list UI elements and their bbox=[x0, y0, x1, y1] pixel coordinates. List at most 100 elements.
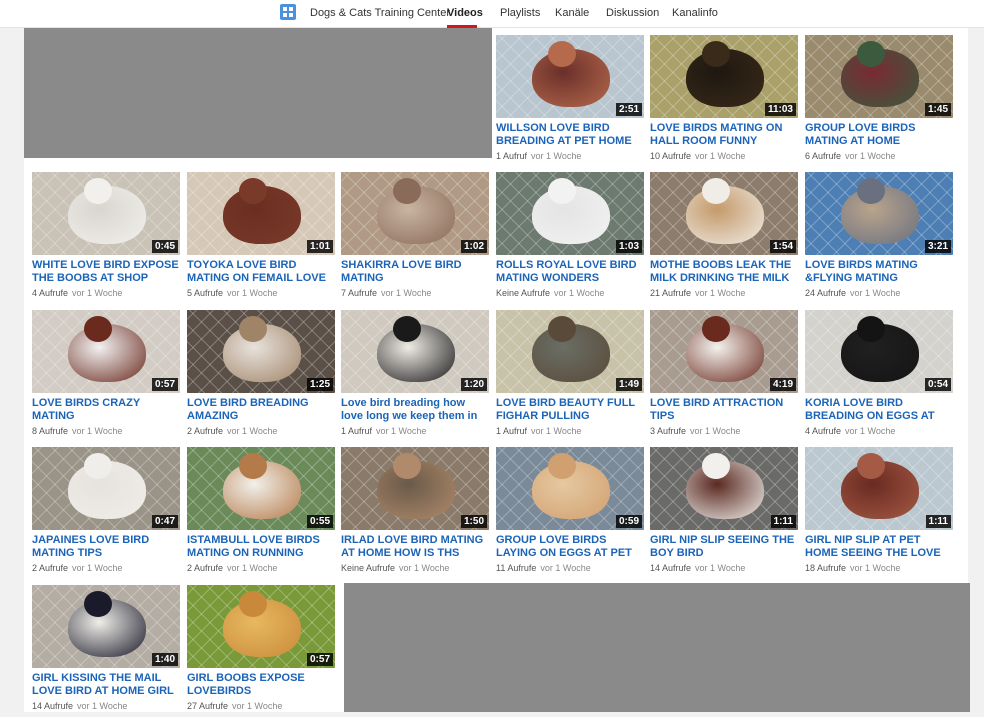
tab-about[interactable]: Kanalinfo bbox=[672, 7, 718, 19]
video-thumbnail[interactable]: 11:03 bbox=[650, 35, 798, 118]
video-duration-badge: 1:01 bbox=[306, 240, 333, 253]
video-title-link[interactable]: GIRL BOOBS EXPOSE LOVEBIRDS bbox=[187, 672, 335, 698]
video-card[interactable]: 1:49 LOVE BIRD BEAUTY FULL FIGHAR PULLING… bbox=[496, 310, 644, 442]
view-count: 5 Aufrufe bbox=[187, 288, 224, 298]
video-thumbnail[interactable]: 1:25 bbox=[187, 310, 335, 393]
video-thumbnail[interactable]: 1:45 bbox=[805, 35, 953, 118]
video-thumbnail[interactable]: 0:47 bbox=[32, 447, 180, 530]
tab-playlists[interactable]: Playlists bbox=[500, 7, 540, 19]
video-card[interactable]: 1:25 LOVE BIRD BREADING AMAZING 2 Aufrufe v… bbox=[187, 310, 335, 442]
video-title-link[interactable]: ROLLS ROYAL LOVE BIRD MATING WONDERS bbox=[496, 259, 644, 285]
video-title-link[interactable]: LOVE BIRDS MATING ON HALL ROOM FUNNY bbox=[650, 122, 798, 148]
video-thumbnail[interactable]: 1:50 bbox=[341, 447, 489, 530]
view-count: 2 Aufrufe bbox=[187, 426, 224, 436]
channel-avatar-icon[interactable] bbox=[280, 4, 296, 20]
video-title-link[interactable]: LOVE BIRD BEAUTY FULL FIGHAR PULLING bbox=[496, 397, 644, 423]
bird-head-image bbox=[84, 591, 112, 617]
video-card[interactable]: 0:47 JAPAINES LOVE BIRD MATING TIPS 2 Aufr… bbox=[32, 447, 180, 579]
channel-name-link[interactable]: Dogs & Cats Training Center bbox=[310, 7, 450, 19]
video-card[interactable]: 0:57 GIRL BOOBS EXPOSE LOVEBIRDS 27 Aufruf… bbox=[187, 585, 335, 717]
video-title-link[interactable]: GIRL KISSING THE MAIL LOVE BIRD AT HOME … bbox=[32, 672, 180, 698]
upload-age: vor 1 Woche bbox=[227, 426, 278, 436]
view-count: 7 Aufrufe bbox=[341, 288, 378, 298]
view-count: 14 Aufrufe bbox=[32, 701, 74, 711]
video-thumbnail[interactable]: 0:59 bbox=[496, 447, 644, 530]
video-title-link[interactable]: TOYOKA LOVE BIRD MATING ON FEMAIL LOVE B… bbox=[187, 259, 335, 285]
video-card[interactable]: 1:03 ROLLS ROYAL LOVE BIRD MATING WONDERS… bbox=[496, 172, 644, 304]
video-thumbnail[interactable]: 1:01 bbox=[187, 172, 335, 255]
video-card[interactable]: 0:59 GROUP LOVE BIRDS LAYING ON EGGS AT P… bbox=[496, 447, 644, 579]
bird-head-image bbox=[857, 178, 885, 204]
video-card[interactable]: 0:45 WHITE LOVE BIRD EXPOSE THE BOOBS AT … bbox=[32, 172, 180, 304]
video-thumbnail[interactable]: 0:57 bbox=[32, 310, 180, 393]
video-meta: 11 Aufrufe vor 1 Woche bbox=[496, 563, 646, 573]
video-title-link[interactable]: LOVE BIRDS CRAZY MATING bbox=[32, 397, 180, 423]
video-title-link[interactable]: GIRL NIP SLIP SEEING THE BOY BIRD bbox=[650, 534, 798, 560]
video-thumbnail[interactable]: 1:54 bbox=[650, 172, 798, 255]
tab-discussion[interactable]: Diskussion bbox=[606, 7, 659, 19]
video-thumbnail[interactable]: 0:45 bbox=[32, 172, 180, 255]
video-card[interactable]: 1:54 MOTHE BOOBS LEAK THE MILK DRINKING T… bbox=[650, 172, 798, 304]
video-title-link[interactable]: SHAKIRRA LOVE BIRD MATING bbox=[341, 259, 489, 285]
video-card[interactable]: 1:40 GIRL KISSING THE MAIL LOVE BIRD AT H… bbox=[32, 585, 180, 717]
bird-head-image bbox=[702, 316, 730, 342]
video-card[interactable]: 1:50 IRLAD LOVE BIRD MATING AT HOME HOW I… bbox=[341, 447, 489, 579]
video-thumbnail[interactable]: 1:40 bbox=[32, 585, 180, 668]
video-card[interactable]: 0:54 KORIA LOVE BIRD BREADING ON EGGS AT … bbox=[805, 310, 953, 442]
video-title-link[interactable]: WILLSON LOVE BIRD BREADING AT PET HOME … bbox=[496, 122, 644, 148]
bird-head-image bbox=[239, 178, 267, 204]
view-count: Keine Aufrufe bbox=[341, 563, 396, 573]
bird-head-image bbox=[702, 453, 730, 479]
video-card[interactable]: 11:03 LOVE BIRDS MATING ON HALL ROOM FUNN… bbox=[650, 35, 798, 167]
video-thumbnail[interactable]: 4:19 bbox=[650, 310, 798, 393]
video-card[interactable]: 1:02 SHAKIRRA LOVE BIRD MATING 7 Aufrufe vo… bbox=[341, 172, 489, 304]
video-duration-badge: 0:59 bbox=[615, 515, 642, 528]
video-thumbnail[interactable]: 0:57 bbox=[187, 585, 335, 668]
video-thumbnail[interactable]: 1:20 bbox=[341, 310, 489, 393]
video-title-link[interactable]: Love bird breading how love long we keep… bbox=[341, 397, 489, 423]
video-thumbnail[interactable]: 2:51 bbox=[496, 35, 644, 118]
video-card[interactable]: 1:20 Love bird breading how love long we … bbox=[341, 310, 489, 442]
video-title-link[interactable]: GIRL NIP SLIP AT PET HOME SEEING THE LOV… bbox=[805, 534, 953, 560]
video-duration-badge: 11:03 bbox=[764, 103, 796, 116]
view-count: 24 Aufrufe bbox=[805, 288, 847, 298]
video-thumbnail[interactable]: 1:11 bbox=[805, 447, 953, 530]
tab-channels[interactable]: Kanäle bbox=[555, 7, 589, 19]
video-title-link[interactable]: LOVE BIRD BREADING AMAZING bbox=[187, 397, 335, 423]
video-title-link[interactable]: MOTHE BOOBS LEAK THE MILK DRINKING THE M… bbox=[650, 259, 798, 285]
video-title-link[interactable]: GROUP LOVE BIRDS MATING AT HOME bbox=[805, 122, 953, 148]
video-title-link[interactable]: LOVE BIRDS MATING &FLYING MATING bbox=[805, 259, 953, 285]
video-card[interactable]: 0:57 LOVE BIRDS CRAZY MATING 8 Aufrufe vor … bbox=[32, 310, 180, 442]
video-card[interactable]: 4:19 LOVE BIRD ATTRACTION TIPS 3 Aufrufe vo… bbox=[650, 310, 798, 442]
video-duration-badge: 3:21 bbox=[924, 240, 951, 253]
video-title-link[interactable]: KORIA LOVE BIRD BREADING ON EGGS AT HOME… bbox=[805, 397, 953, 423]
video-card[interactable]: 1:45 GROUP LOVE BIRDS MATING AT HOME 6 Auf… bbox=[805, 35, 953, 167]
video-title-link[interactable]: GROUP LOVE BIRDS LAYING ON EGGS AT PET H… bbox=[496, 534, 644, 560]
upload-age: vor 1 Woche bbox=[554, 288, 605, 298]
video-thumbnail[interactable]: 3:21 bbox=[805, 172, 953, 255]
video-title-link[interactable]: WHITE LOVE BIRD EXPOSE THE BOOBS AT SHOP bbox=[32, 259, 180, 285]
video-thumbnail[interactable]: 1:02 bbox=[341, 172, 489, 255]
bird-head-image bbox=[239, 453, 267, 479]
video-title-link[interactable]: LOVE BIRD ATTRACTION TIPS bbox=[650, 397, 798, 423]
video-card[interactable]: 2:51 WILLSON LOVE BIRD BREADING AT PET HO… bbox=[496, 35, 644, 167]
video-thumbnail[interactable]: 1:49 bbox=[496, 310, 644, 393]
video-card[interactable]: 1:01 TOYOKA LOVE BIRD MATING ON FEMAIL LO… bbox=[187, 172, 335, 304]
video-thumbnail[interactable]: 0:54 bbox=[805, 310, 953, 393]
video-card[interactable]: 0:55 ISTAMBULL LOVE BIRDS MATING ON RUNNI… bbox=[187, 447, 335, 579]
video-thumbnail[interactable]: 0:55 bbox=[187, 447, 335, 530]
video-thumbnail[interactable]: 1:03 bbox=[496, 172, 644, 255]
upload-age: vor 1 Woche bbox=[227, 563, 278, 573]
video-thumbnail[interactable]: 1:11 bbox=[650, 447, 798, 530]
video-meta: 14 Aufrufe vor 1 Woche bbox=[650, 563, 800, 573]
video-title-link[interactable]: JAPAINES LOVE BIRD MATING TIPS bbox=[32, 534, 180, 560]
video-card[interactable]: 1:11 GIRL NIP SLIP AT PET HOME SEEING THE… bbox=[805, 447, 953, 579]
view-count: 1 Aufruf bbox=[496, 151, 528, 161]
view-count: 6 Aufrufe bbox=[805, 151, 842, 161]
tab-videos[interactable]: Videos bbox=[447, 7, 483, 19]
video-title-link[interactable]: ISTAMBULL LOVE BIRDS MATING ON RUNNING H… bbox=[187, 534, 335, 560]
video-card[interactable]: 3:21 LOVE BIRDS MATING &FLYING MATING 24 A… bbox=[805, 172, 953, 304]
video-meta: 1 Aufruf vor 1 Woche bbox=[496, 151, 646, 161]
video-title-link[interactable]: IRLAD LOVE BIRD MATING AT HOME HOW IS TH… bbox=[341, 534, 489, 560]
video-card[interactable]: 1:11 GIRL NIP SLIP SEEING THE BOY BIRD 14 … bbox=[650, 447, 798, 579]
